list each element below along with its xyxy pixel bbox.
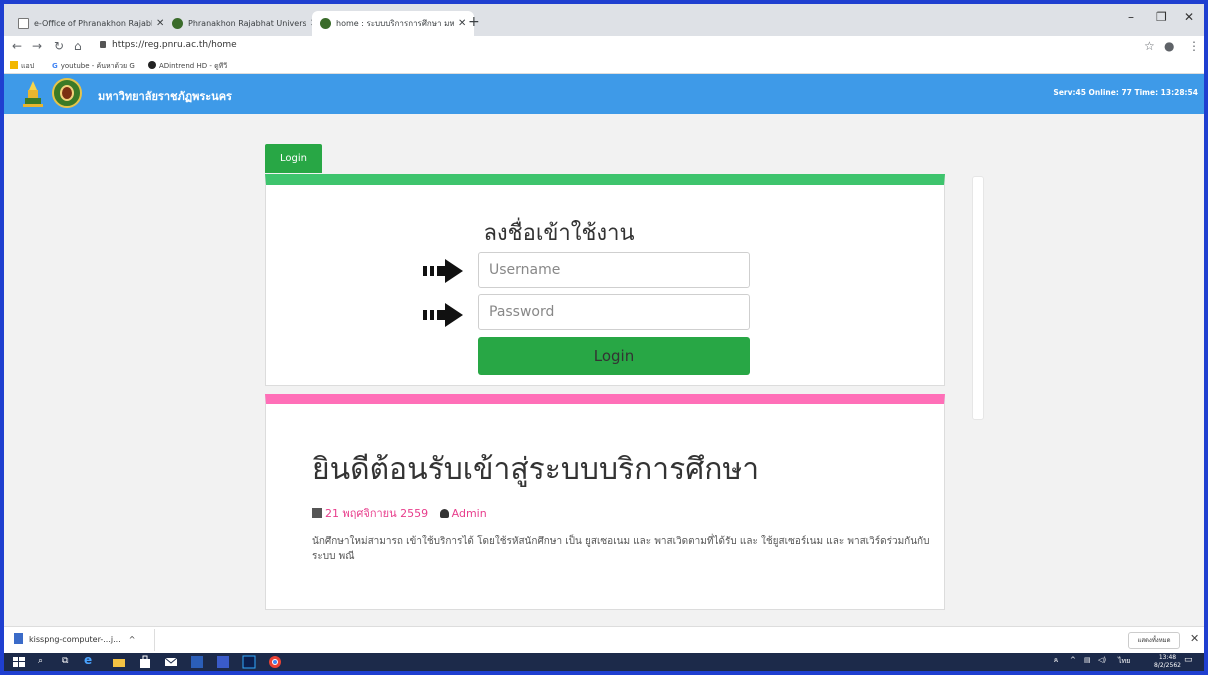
- downloads-bar: kisspng-computer-...j... ^ แสดงทั้งหมด ✕: [4, 626, 1204, 653]
- site-favicon-icon: [172, 18, 183, 29]
- university-emblem-icon: [23, 81, 43, 107]
- tab-label: Phranakhon Rajabhat University: [188, 19, 306, 28]
- chrome-icon[interactable]: [268, 655, 282, 669]
- adintrend-icon: [148, 61, 156, 69]
- file-icon: [14, 633, 23, 644]
- chevron-up-icon[interactable]: ^: [129, 635, 136, 644]
- download-item[interactable]: kisspng-computer-...j... ^: [14, 633, 135, 644]
- site-favicon-icon: [320, 18, 331, 29]
- user-icon: [439, 509, 449, 518]
- site-header: มหาวิทยาลัยราชภัฏพระนคร Serv:45 Online: …: [4, 74, 1204, 114]
- search-icon[interactable]: ⌕: [38, 656, 43, 666]
- tab-home[interactable]: home : ระบบบริการการศึกษา มหาวิท ✕: [312, 11, 475, 36]
- announcement-meta: 21 พฤศจิกายน 2559 Admin: [312, 504, 487, 522]
- bookmark-adintrend[interactable]: ADintrend HD - ดูทีวี: [148, 61, 227, 72]
- tab-pnru[interactable]: Phranakhon Rajabhat University ✕: [164, 11, 326, 36]
- login-tab[interactable]: Login: [265, 144, 322, 173]
- notification-icon[interactable]: ▭: [1184, 655, 1193, 665]
- login-button[interactable]: Login: [478, 337, 750, 375]
- apps-grid-icon: [10, 61, 18, 69]
- back-icon[interactable]: ←: [12, 39, 22, 53]
- taskbar-clock[interactable]: 13:48 8/2/2562: [1154, 654, 1181, 670]
- google-icon: G: [52, 62, 58, 70]
- side-scrollbar[interactable]: [972, 176, 984, 420]
- bookmark-label: แอป: [21, 62, 35, 70]
- login-title: ลงชื่อเข้าใช้งาน: [483, 221, 635, 246]
- show-all-button[interactable]: แสดงทั้งหมด: [1128, 632, 1180, 649]
- app-icon[interactable]: [216, 655, 230, 669]
- restore-icon[interactable]: ❐: [1156, 10, 1167, 24]
- arrow-right-icon: [423, 303, 463, 327]
- file-explorer-icon[interactable]: [112, 655, 126, 669]
- home-icon[interactable]: ⌂: [74, 39, 82, 53]
- announcement-date: 21 พฤศจิกายน 2559: [325, 507, 429, 520]
- announcement-panel: ยินดีต้อนรับเข้าสู่ระบบบริการศึกษา 21 พฤ…: [265, 394, 945, 610]
- announcement-title: ยินดีต้อนรับเข้าสู่ระบบบริการศึกษา: [312, 452, 760, 487]
- people-icon[interactable]: ጰ: [1054, 656, 1058, 665]
- announcement-body: นักศึกษาใหม่สามารถ เข้าใช้บริการได้ โดยใ…: [312, 536, 930, 562]
- windows-start-icon[interactable]: [12, 655, 26, 669]
- university-name[interactable]: มหาวิทยาลัยราชภัฏพระนคร: [98, 87, 232, 105]
- windows-taskbar: ⌕ ⧉ e ጰ ^ ▤ ◁) ไทย 13:48 8/2/2562 ▭: [4, 653, 1204, 671]
- browser-window: e-Office of Phranakhon Rajabha ✕ Phranak…: [4, 4, 1204, 671]
- network-icon[interactable]: ▤: [1084, 656, 1091, 664]
- task-view-icon[interactable]: ⧉: [62, 656, 68, 666]
- calendar-icon: [312, 508, 322, 518]
- volume-icon[interactable]: ◁): [1098, 656, 1106, 664]
- url-text: https://reg.pnru.ac.th/home: [112, 40, 237, 50]
- bookmark-apps[interactable]: แอป: [10, 61, 34, 72]
- university-seal-icon: [52, 78, 82, 108]
- minimize-icon[interactable]: –: [1128, 10, 1134, 24]
- bookmark-label: youtube - ค้นหาด้วย G: [60, 62, 135, 70]
- bookmark-label: ADintrend HD - ดูทีวี: [159, 62, 228, 70]
- store-icon[interactable]: [138, 655, 152, 669]
- download-filename: kisspng-computer-...j...: [29, 635, 121, 644]
- login-panel: ลงชื่อเข้าใช้งาน Username Password Login: [265, 174, 945, 386]
- username-input[interactable]: Username: [478, 252, 750, 288]
- bookmark-youtube[interactable]: Gyoutube - ค้นหาด้วย G: [52, 61, 135, 72]
- arrow-right-icon: [423, 259, 463, 283]
- tab-label: e-Office of Phranakhon Rajabha: [34, 19, 152, 28]
- close-downloads-icon[interactable]: ✕: [1190, 632, 1199, 645]
- url-field[interactable]: https://reg.pnru.ac.th/home: [100, 40, 237, 50]
- new-tab-icon[interactable]: +: [468, 14, 480, 30]
- clock-time: 13:48: [1158, 654, 1177, 661]
- divider: [154, 629, 155, 651]
- tray-chevron-icon[interactable]: ^: [1070, 656, 1076, 664]
- word-icon[interactable]: [190, 655, 204, 669]
- tab-label: home : ระบบบริการการศึกษา มหาวิท: [336, 19, 454, 28]
- close-window-icon[interactable]: ✕: [1184, 10, 1194, 24]
- announcement-author[interactable]: Admin: [452, 507, 487, 520]
- edge-icon[interactable]: e: [84, 653, 92, 667]
- clock-date: 8/2/2562: [1154, 662, 1181, 669]
- mail-icon[interactable]: [164, 655, 178, 669]
- server-status: Serv:45 Online: 77 Time: 13:28:54: [1053, 88, 1198, 97]
- reload-icon[interactable]: ↻: [54, 39, 64, 53]
- password-input[interactable]: Password: [478, 294, 750, 330]
- profile-icon[interactable]: ●: [1164, 39, 1174, 53]
- language-indicator[interactable]: ไทย: [1118, 656, 1130, 667]
- close-tab-icon[interactable]: ✕: [458, 18, 466, 29]
- lock-icon: [100, 41, 106, 48]
- forward-icon[interactable]: →: [32, 39, 42, 53]
- photoshop-icon[interactable]: [242, 655, 256, 669]
- menu-icon[interactable]: ⋮: [1188, 39, 1200, 53]
- bookmarks-bar: แอป Gyoutube - ค้นหาด้วย G ADintrend HD …: [4, 58, 1204, 74]
- address-bar: ← → ↻ ⌂ https://reg.pnru.ac.th/home ☆ ● …: [4, 36, 1204, 58]
- bookmark-star-icon[interactable]: ☆: [1144, 39, 1155, 53]
- tab-e-office[interactable]: e-Office of Phranakhon Rajabha ✕: [10, 11, 172, 36]
- tab-bar: e-Office of Phranakhon Rajabha ✕ Phranak…: [4, 4, 1204, 36]
- page-icon: [18, 18, 29, 29]
